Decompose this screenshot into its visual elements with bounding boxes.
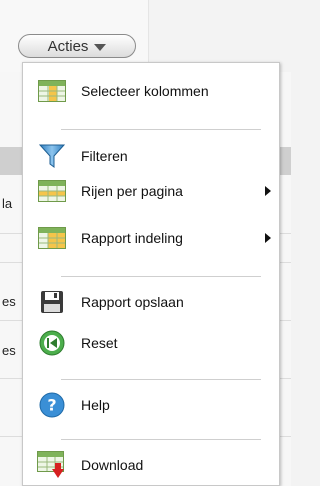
menu-item-label: Rijen per pagina: [81, 183, 183, 199]
menu-item-label: Selecteer kolommen: [81, 83, 209, 99]
menu-item-label: Download: [81, 457, 144, 473]
menu-separator: [61, 439, 261, 440]
menu-item-select-columns[interactable]: Selecteer kolommen: [23, 76, 279, 106]
menu-item-label: Reset: [81, 335, 118, 351]
menu-item-download[interactable]: Download: [23, 450, 279, 480]
menu-item-reset[interactable]: Reset: [23, 328, 279, 358]
cell-text-fragment: es: [2, 343, 16, 358]
table-download-icon: [37, 451, 67, 478]
actions-button[interactable]: Acties: [18, 34, 136, 58]
actions-button-label: Acties: [47, 37, 89, 55]
menu-separator: [61, 379, 261, 380]
funnel-icon: [37, 144, 67, 168]
menu-separator: [61, 129, 261, 130]
menu-item-label: Filteren: [81, 148, 128, 164]
cell-text-fragment: la: [2, 196, 13, 211]
submenu-arrow-icon: [265, 186, 271, 196]
actions-menu: Selecteer kolommen Filteren Rijen per pa…: [22, 62, 280, 486]
menu-item-report-layout[interactable]: Rapport indeling: [23, 223, 279, 253]
menu-item-label: Help: [81, 397, 110, 413]
reset-icon: [37, 330, 67, 356]
menu-item-rows-per-page[interactable]: Rijen per pagina: [23, 176, 279, 206]
svg-text:?: ?: [47, 396, 56, 415]
table-rows-icon: [37, 179, 67, 203]
help-icon: ?: [37, 392, 67, 418]
menu-item-help[interactable]: ? Help: [23, 390, 279, 420]
menu-item-filter[interactable]: Filteren: [23, 141, 279, 171]
floppy-disk-icon: [37, 290, 67, 314]
chevron-down-icon: [94, 43, 107, 51]
menu-separator: [61, 276, 261, 277]
menu-item-save-report[interactable]: Rapport opslaan: [23, 287, 279, 317]
table-layout-icon: [37, 226, 67, 250]
menu-item-label: Rapport indeling: [81, 230, 183, 246]
cell-text-fragment: es: [2, 294, 16, 309]
menu-item-label: Rapport opslaan: [81, 294, 184, 310]
submenu-arrow-icon: [265, 233, 271, 243]
table-columns-icon: [37, 79, 67, 103]
